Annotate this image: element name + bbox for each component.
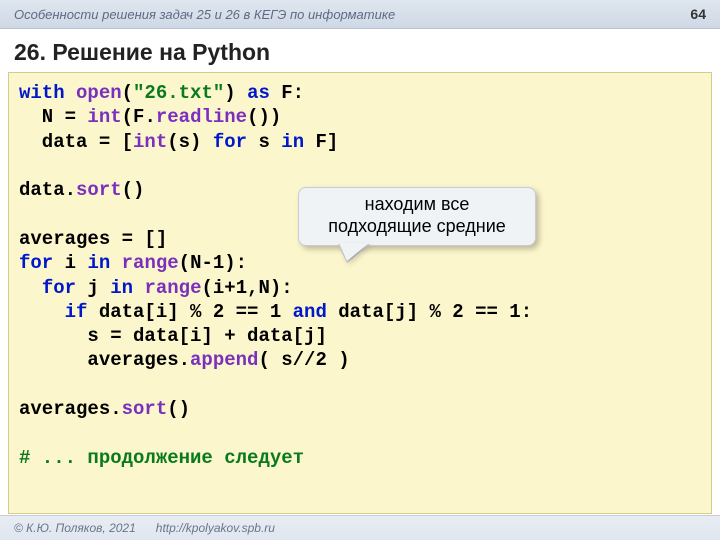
code-kw: if <box>65 301 88 323</box>
code-kw: for <box>213 131 247 153</box>
code-text: data[i] % 2 == 1 <box>87 301 292 323</box>
code-block: with open("26.txt") as F: N = int(F.read… <box>8 72 712 514</box>
topbar-subject: Особенности решения задач 25 и 26 в КЕГЭ… <box>14 7 395 22</box>
page-number: 64 <box>690 6 706 22</box>
callout-line: подходящие средние <box>305 216 529 238</box>
code-kw: in <box>281 131 304 153</box>
code-text: F: <box>270 82 304 104</box>
callout: находим все подходящие средние <box>298 187 536 246</box>
code-fn: range <box>144 277 201 299</box>
page-title: 26. Решение на Python <box>0 29 720 72</box>
code-fn: range <box>122 252 179 274</box>
code-text: i <box>53 252 87 274</box>
code-text: (i+1,N): <box>201 277 292 299</box>
code-text <box>19 277 42 299</box>
code-fn: int <box>87 106 121 128</box>
code-kw: in <box>87 252 110 274</box>
code-text: s <box>247 131 281 153</box>
code-text: () <box>167 398 190 420</box>
code-text: (s) <box>167 131 213 153</box>
code-text: data[j] % 2 == 1: <box>327 301 532 323</box>
footer: © К.Ю. Поляков, 2021 http://kpolyakov.sp… <box>0 515 720 540</box>
code-text: ( s//2 ) <box>258 349 349 371</box>
code-kw: for <box>42 277 76 299</box>
code-text: data = [ <box>19 131 133 153</box>
code-fn: int <box>133 131 167 153</box>
callout-line: находим все <box>305 194 529 216</box>
code-text: data. <box>19 179 76 201</box>
code-text <box>133 277 144 299</box>
code-text: (N-1): <box>179 252 247 274</box>
code-fn: open <box>76 82 122 104</box>
code-comment: # ... продолжение следует <box>19 447 304 469</box>
footer-copyright: © К.Ю. Поляков, 2021 <box>14 521 136 535</box>
code-text: j <box>76 277 110 299</box>
code-text <box>19 301 65 323</box>
code-kw: with <box>19 82 65 104</box>
code-text: s = data[i] + data[j] <box>19 325 327 347</box>
code-text: averages. <box>19 398 122 420</box>
code-fn: readline <box>156 106 247 128</box>
code-text: averages. <box>19 349 190 371</box>
code-text: averages = [] <box>19 228 167 250</box>
code-text: N = <box>19 106 87 128</box>
code-text: (F. <box>122 106 156 128</box>
code-text <box>110 252 121 274</box>
code-kw: in <box>110 277 133 299</box>
code-fn: append <box>190 349 258 371</box>
code-kw: and <box>293 301 327 323</box>
code-str: "26.txt" <box>133 82 224 104</box>
code-fn: sort <box>76 179 122 201</box>
code-text: F] <box>304 131 338 153</box>
code-kw: as <box>247 82 270 104</box>
code-text: () <box>122 179 145 201</box>
topbar: Особенности решения задач 25 и 26 в КЕГЭ… <box>0 0 720 29</box>
code-text: ()) <box>247 106 281 128</box>
footer-url: http://kpolyakov.spb.ru <box>156 521 275 535</box>
code-fn: sort <box>122 398 168 420</box>
slide: Особенности решения задач 25 и 26 в КЕГЭ… <box>0 0 720 540</box>
code-kw: for <box>19 252 53 274</box>
